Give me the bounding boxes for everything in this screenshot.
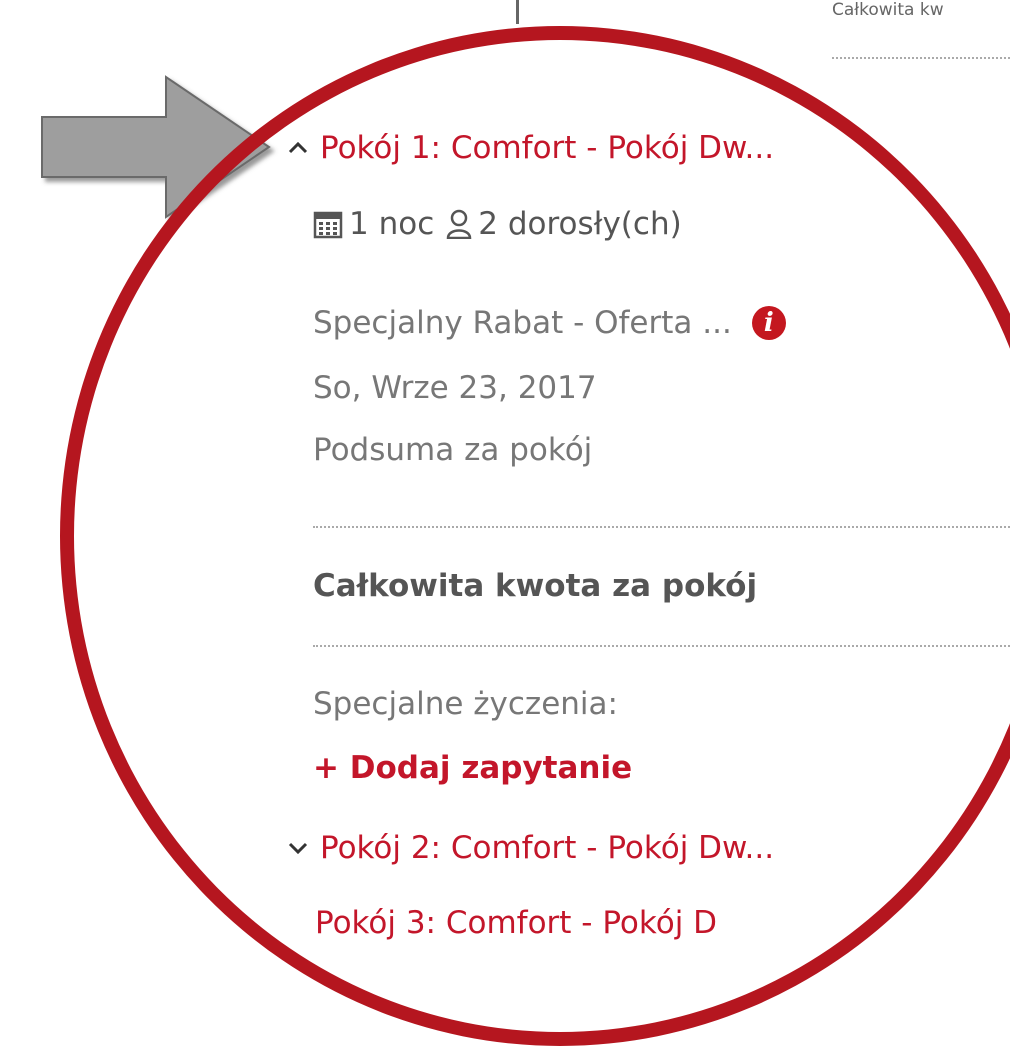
room-2-title: Pokój 2: Comfort - Pokój Dw... <box>320 830 775 866</box>
add-request-link[interactable]: + Dodaj zapytanie <box>313 750 632 786</box>
pointer-arrow-annotation <box>41 75 271 219</box>
room-1-stay-info: 1 noc 2 dorosły(ch) <box>313 206 682 242</box>
dotted-separator <box>313 526 1010 528</box>
rate-row: Specjalny Rabat - Oferta ... i <box>313 305 786 341</box>
room-3-toggle[interactable]: Pokój 3: Comfort - Pokój D <box>315 905 717 941</box>
room-3-title: Pokój 3: Comfort - Pokój D <box>315 905 718 941</box>
room-1-toggle[interactable]: Pokój 1: Comfort - Pokój Dw... <box>286 130 774 166</box>
calendar-icon <box>313 211 343 239</box>
rate-name: Specjalny Rabat - Oferta ... <box>313 305 732 341</box>
guests-count: 2 dorosły(ch) <box>478 206 682 242</box>
person-icon <box>446 209 472 239</box>
column-divider <box>516 0 519 24</box>
chevron-down-icon <box>288 842 308 855</box>
room-1-title: Pokój 1: Comfort - Pokój Dw... <box>320 130 775 166</box>
stay-date: So, Wrze 23, 2017 <box>313 370 597 406</box>
dotted-separator-top <box>832 57 1010 59</box>
booking-total-label: Całkowita kw <box>832 0 944 20</box>
room-subtotal-label: Podsuma za pokój <box>313 432 593 468</box>
chevron-up-icon <box>288 141 308 154</box>
dotted-separator <box>313 645 1010 647</box>
info-icon[interactable]: i <box>751 306 786 340</box>
room-total-label: Całkowita kwota za pokój <box>313 568 758 604</box>
special-requests-label: Specjalne życzenia: <box>313 686 618 722</box>
nights-count: 1 noc <box>349 206 435 242</box>
room-2-toggle[interactable]: Pokój 2: Comfort - Pokój Dw... <box>286 830 774 866</box>
